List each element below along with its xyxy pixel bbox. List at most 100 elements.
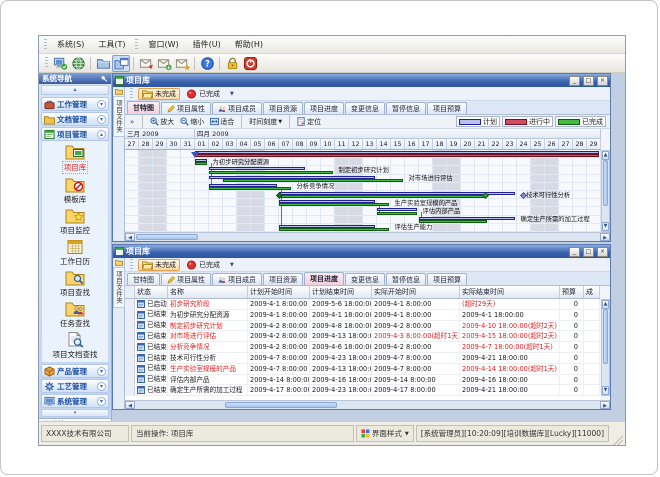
help-button[interactable]: ? <box>198 55 216 72</box>
row-selector[interactable] <box>125 331 135 341</box>
scroll-thumb[interactable] <box>136 234 198 240</box>
scroll-right-button[interactable]: ▶ <box>600 401 610 409</box>
sidebar-item-template-library[interactable]: 模板库 <box>42 176 108 205</box>
column-header-1[interactable]: 状态 <box>135 286 168 298</box>
row-selector[interactable] <box>125 353 135 363</box>
column-header-4[interactable]: 计划结束时间 <box>310 286 372 298</box>
zoom-out-button[interactable]: 缩小 <box>178 116 206 128</box>
table-row[interactable]: 已启动初步研究阶段2009-4-1 8:00:002009-5-6 18:00:… <box>125 299 600 310</box>
sidebar-section-craft[interactable]: 工艺管理▾ <box>41 379 109 393</box>
sidebar-section-product[interactable]: 产品管理▾ <box>41 364 109 378</box>
gantt-bar-done[interactable] <box>279 195 487 198</box>
sidebar-item-work-calendar[interactable]: 工作日历 <box>42 238 108 267</box>
tab-project-members[interactable]: 项目成员 <box>212 273 262 285</box>
chevron-up-icon[interactable]: ▴ <box>97 130 106 139</box>
gantt-bar-done[interactable] <box>377 212 417 215</box>
tab-pause-info[interactable]: 暂停信息 <box>386 273 426 285</box>
mail-receive-button[interactable] <box>155 55 173 72</box>
sidebar-section-sysmgmt[interactable]: 系统管理▾ <box>41 394 109 408</box>
gantt-bar-done[interactable] <box>223 179 403 182</box>
folder-button[interactable] <box>94 55 112 72</box>
mail-new-button[interactable] <box>173 55 191 72</box>
maximize-button[interactable]: □ <box>583 247 594 257</box>
tab-project-budget[interactable]: 项目预算 <box>427 273 467 285</box>
sidebar-item-project-library[interactable]: 项目库 <box>42 143 108 174</box>
table-vertical-scrollbar[interactable]: ▲ ▼ <box>601 299 610 396</box>
close-button[interactable]: × <box>597 76 608 86</box>
sidebar-item-task-search[interactable]: 任务查找 <box>42 300 108 329</box>
menu-tools[interactable]: 工具(T) <box>91 37 132 52</box>
row-selector[interactable] <box>125 375 135 385</box>
sidebar-more-button[interactable]: ▾ <box>41 409 109 417</box>
tab-project-attrs[interactable]: 项目属性 <box>161 102 211 114</box>
gantt-bar-done[interactable] <box>279 228 389 231</box>
timescale-button[interactable]: 时间刻度▼ <box>247 116 284 128</box>
column-header-5[interactable]: 实际开始时间 <box>372 286 460 298</box>
tab-project-progress[interactable]: 项目进度 <box>304 272 344 285</box>
sidebar-scroll-up-button[interactable]: ▴ <box>41 85 109 95</box>
workstation-button[interactable] <box>51 55 69 72</box>
scroll-down-button[interactable]: ▼ <box>602 386 609 395</box>
table-horizontal-scrollbar[interactable]: ◀ ▶ <box>125 400 610 409</box>
filter-unfinished-button[interactable]: 未完成 <box>138 88 180 100</box>
gantt-bar-done[interactable] <box>419 220 487 223</box>
zoom-in-button[interactable]: 放大 <box>148 116 176 128</box>
chevron-down-icon[interactable]: ▾ <box>97 115 106 124</box>
row-selector[interactable] <box>125 385 135 395</box>
table-row[interactable]: 已结束生产实验室规模的产品2009-4-7 8:00:002009-4-13 1… <box>125 364 600 375</box>
table-row[interactable]: 已结束分析竞争情况2009-4-2 8:00:002009-4-6 18:00:… <box>125 342 600 353</box>
column-header-8[interactable]: 成 <box>584 286 600 298</box>
table-window-titlebar[interactable]: 项目库 _ □ × <box>113 245 610 258</box>
filter-unfinished-button[interactable]: 未完成 <box>138 259 180 271</box>
tab-project-attrs[interactable]: 项目属性 <box>161 273 211 285</box>
chevron-down-icon[interactable]: ▾ <box>97 367 106 376</box>
scroll-up-button[interactable]: ▲ <box>602 300 609 309</box>
fit-button[interactable]: 适合 <box>208 116 236 128</box>
tab-project-resources[interactable]: 项目资源 <box>263 273 303 285</box>
tab-gantt-chart[interactable]: 甘特图 <box>127 101 160 114</box>
minimize-button[interactable]: _ <box>569 247 580 257</box>
scroll-down-button[interactable]: ▼ <box>602 222 609 231</box>
filter-overflow-button[interactable]: ▼ <box>226 262 238 268</box>
filter-overflow-button[interactable]: ▼ <box>226 91 238 97</box>
menu-help[interactable]: 帮助(H) <box>228 37 270 52</box>
gantt-bar-done[interactable] <box>195 162 207 165</box>
scroll-up-button[interactable]: ▲ <box>602 151 609 160</box>
sidebar-section-docs[interactable]: 文档管理▾ <box>41 112 109 126</box>
row-selector[interactable] <box>125 321 135 331</box>
gantt-bar-progress[interactable] <box>195 154 599 157</box>
chevron-down-icon[interactable]: ▾ <box>97 100 106 109</box>
table-row[interactable]: 已结束制定初步研究计划2009-4-2 8:00:002009-4-8 18:0… <box>125 321 600 332</box>
gantt-bar-done[interactable] <box>209 187 291 190</box>
sidebar-section-work[interactable]: 工作管理▾ <box>41 97 109 111</box>
minimize-button[interactable]: _ <box>569 76 580 86</box>
tab-project-budget[interactable]: 项目预算 <box>427 102 467 114</box>
table-row[interactable]: 已结束评估内部产品2009-4-14 8:00:002009-4-16 18:0… <box>125 375 600 386</box>
scroll-right-button[interactable]: ▶ <box>600 233 610 241</box>
close-button[interactable]: × <box>597 247 608 257</box>
scroll-thumb[interactable] <box>225 402 337 408</box>
column-header-2[interactable]: 名称 <box>168 286 248 298</box>
sidebar-section-project[interactable]: 项目管理▴ <box>41 127 109 141</box>
column-header-7[interactable]: 预算 <box>560 286 584 298</box>
tab-gantt-chart[interactable]: 甘特图 <box>127 273 160 285</box>
table-row[interactable]: 已结束确定生产所需的加工过程2009-4-17 8:00:002009-4-23… <box>125 385 600 396</box>
scroll-thumb[interactable] <box>603 309 608 364</box>
column-header-3[interactable]: 计划开始时间 <box>248 286 310 298</box>
column-header-6[interactable]: 实际结束时间 <box>460 286 560 298</box>
gantt-bar-done[interactable] <box>279 203 389 206</box>
tab-project-progress[interactable]: 项目进度 <box>304 102 344 114</box>
menu-window[interactable]: 窗口(W) <box>141 37 185 52</box>
project-window-button[interactable] <box>112 55 130 72</box>
mail-send-button[interactable] <box>137 55 155 72</box>
scroll-thumb[interactable] <box>603 160 608 206</box>
gantt-horizontal-scrollbar[interactable]: ◀ ▶ <box>125 232 610 241</box>
row-selector[interactable] <box>125 310 135 320</box>
menu-system[interactable]: 系统(S) <box>50 37 91 52</box>
tab-project-resources[interactable]: 项目资源 <box>263 102 303 114</box>
chevron-down-icon[interactable]: ▾ <box>97 382 106 391</box>
table-row[interactable]: 已结束为初步研究分配资源2009-4-1 8:00:002009-4-1 18:… <box>125 310 600 321</box>
row-selector[interactable] <box>125 299 135 309</box>
tab-project-members[interactable]: 项目成员 <box>212 102 262 114</box>
exit-button[interactable] <box>241 55 259 72</box>
